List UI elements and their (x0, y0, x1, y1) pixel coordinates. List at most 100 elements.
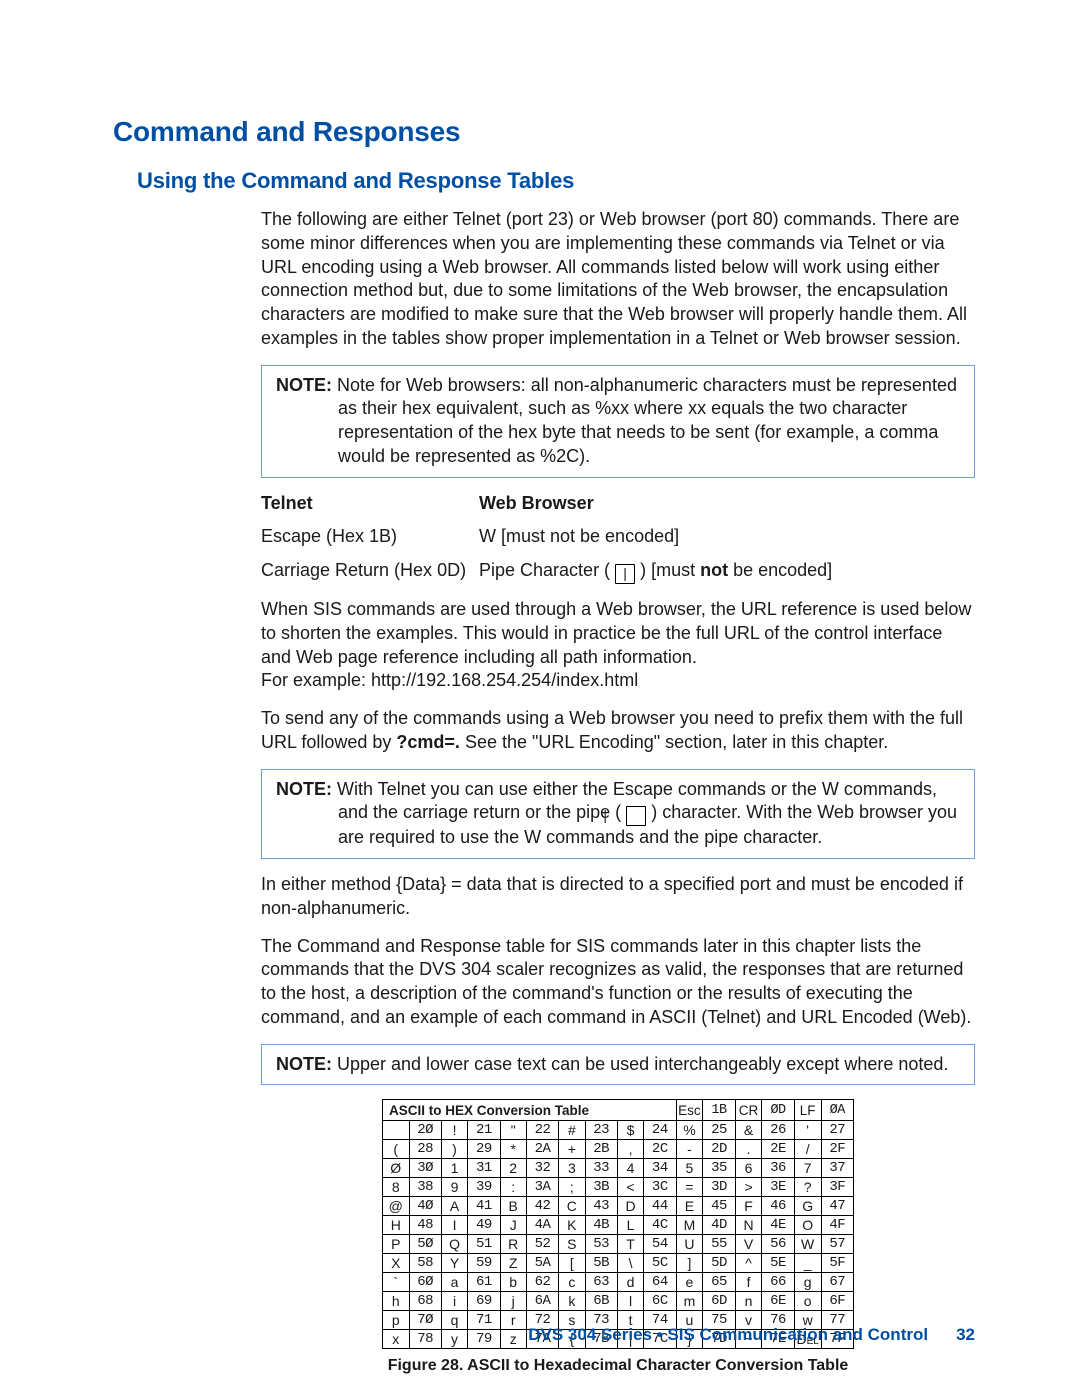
main-content: The following are either Telnet (port 23… (261, 208, 975, 1375)
table-desc-paragraph: The Command and Response table for SIS c… (261, 935, 975, 1030)
page-number: 32 (956, 1325, 975, 1344)
ascii-char: 2 (500, 1159, 526, 1178)
ascii-char: W (794, 1235, 821, 1254)
ascii-char: _ (794, 1254, 821, 1273)
ascii-hex: 47 (821, 1197, 853, 1216)
text: Pipe Character ( (479, 560, 610, 580)
ascii-char: & (735, 1121, 762, 1140)
ascii-char: 5 (676, 1159, 703, 1178)
ascii-char: - (676, 1140, 703, 1159)
page-footer: DVS 304 Series • SIS Communication and C… (528, 1325, 975, 1345)
ascii-hex: 2D (703, 1140, 735, 1159)
protocol-headers: Telnet Web Browser (261, 492, 975, 516)
ascii-hex: 62 (526, 1273, 558, 1292)
ascii-hex: 2Ø (409, 1121, 441, 1140)
ascii-hex: 3Ø (409, 1159, 441, 1178)
ascii-char: " (500, 1121, 526, 1140)
ascii-char: 3 (559, 1159, 585, 1178)
ascii-hex: 54 (644, 1235, 676, 1254)
text-bold: not (700, 560, 728, 580)
ascii-char: V (735, 1235, 762, 1254)
web-w: W [must not be encoded] (479, 525, 975, 549)
ascii-char: c (559, 1273, 585, 1292)
ascii-char: k (559, 1292, 585, 1311)
figure-caption: Figure 28. ASCII to Hexadecimal Characte… (382, 1357, 854, 1375)
ascii-char: 4 (617, 1159, 643, 1178)
ascii-hex: 4Ø (409, 1197, 441, 1216)
heading-2: Using the Command and Response Tables (137, 168, 975, 194)
ascii-hex: 61 (468, 1273, 500, 1292)
footer-text: DVS 304 Series • SIS Communication and C… (528, 1325, 928, 1344)
ascii-char (383, 1121, 410, 1140)
ascii-char: Ø (383, 1159, 410, 1178)
ascii-hex: 3A (526, 1178, 558, 1197)
ascii-char: U (676, 1235, 703, 1254)
example-url: For example: http://192.168.254.254/inde… (261, 669, 975, 693)
note-label: NOTE: (276, 779, 332, 799)
ascii-char: F (735, 1197, 762, 1216)
ascii-char: : (500, 1178, 526, 1197)
ascii-char: A (441, 1197, 467, 1216)
ascii-char: f (735, 1273, 762, 1292)
ascii-char: ? (794, 1178, 821, 1197)
telnet-escape: Escape (Hex 1B) (261, 525, 479, 549)
ascii-hex: 71 (468, 1311, 500, 1330)
heading-1: Command and Responses (113, 116, 975, 148)
note-label: NOTE: (276, 375, 332, 395)
ascii-hex: 28 (409, 1140, 441, 1159)
ascii-char: = (676, 1178, 703, 1197)
ascii-char: 1 (441, 1159, 467, 1178)
ascii-hex: 2F (821, 1140, 853, 1159)
ascii-hex: 58 (409, 1254, 441, 1273)
ascii-char: Y (441, 1254, 467, 1273)
ascii-hex: 68 (409, 1292, 441, 1311)
figure-title: ASCII to Hexadecimal Character Conversio… (463, 1357, 848, 1374)
prefix-paragraph: To send any of the commands using a Web … (261, 707, 975, 755)
ascii-hex: 5A (526, 1254, 558, 1273)
ascii-hex: 33 (585, 1159, 617, 1178)
ascii-hex: 49 (468, 1216, 500, 1235)
ascii-hex: 6B (585, 1292, 617, 1311)
ascii-hex: 2C (644, 1140, 676, 1159)
ascii-hex: 45 (703, 1197, 735, 1216)
ascii-char: Z (500, 1254, 526, 1273)
ascii-hex: 3C (644, 1178, 676, 1197)
ascii-hex: 56 (762, 1235, 794, 1254)
ascii-char: ) (441, 1140, 467, 1159)
note-box-3: NOTE: Upper and lower case text can be u… (261, 1044, 975, 1086)
page: Command and Responses Using the Command … (0, 0, 1080, 1397)
ascii-char: r (500, 1311, 526, 1330)
ascii-hex: 25 (703, 1121, 735, 1140)
ascii-hex: 6D (703, 1292, 735, 1311)
ascii-hex: 5E (762, 1254, 794, 1273)
ascii-extra-char: CR (735, 1100, 762, 1121)
ascii-char: B (500, 1197, 526, 1216)
ascii-extra-hex: 1B (703, 1100, 735, 1121)
protocol-row: Escape (Hex 1B) W [must not be encoded] (261, 525, 975, 549)
web-pipe: Pipe Character ( | ) [must not be encode… (479, 559, 975, 584)
ascii-char: ] (676, 1254, 703, 1273)
ascii-char: [ (559, 1254, 585, 1273)
ascii-char: L (617, 1216, 643, 1235)
ascii-table: ASCII to HEX Conversion TableEsc1BCRØDLF… (382, 1099, 854, 1349)
ascii-hex: 52 (526, 1235, 558, 1254)
ascii-hex: 69 (468, 1292, 500, 1311)
ascii-hex: 21 (468, 1121, 500, 1140)
ascii-hex: 46 (762, 1197, 794, 1216)
ascii-char: 8 (383, 1178, 410, 1197)
ascii-char: J (500, 1216, 526, 1235)
ascii-hex: 3F (821, 1178, 853, 1197)
ascii-char: E (676, 1197, 703, 1216)
ascii-hex: 66 (762, 1273, 794, 1292)
ascii-char: ! (441, 1121, 467, 1140)
ascii-char: ' (794, 1121, 821, 1140)
ascii-hex: 55 (703, 1235, 735, 1254)
ascii-char: < (617, 1178, 643, 1197)
ascii-char: > (735, 1178, 762, 1197)
ascii-hex: 29 (468, 1140, 500, 1159)
ascii-char: , (617, 1140, 643, 1159)
ascii-char: j (500, 1292, 526, 1311)
ascii-char: ( (383, 1140, 410, 1159)
figure-number: Figure 28. (388, 1357, 464, 1374)
ascii-char: a (441, 1273, 467, 1292)
